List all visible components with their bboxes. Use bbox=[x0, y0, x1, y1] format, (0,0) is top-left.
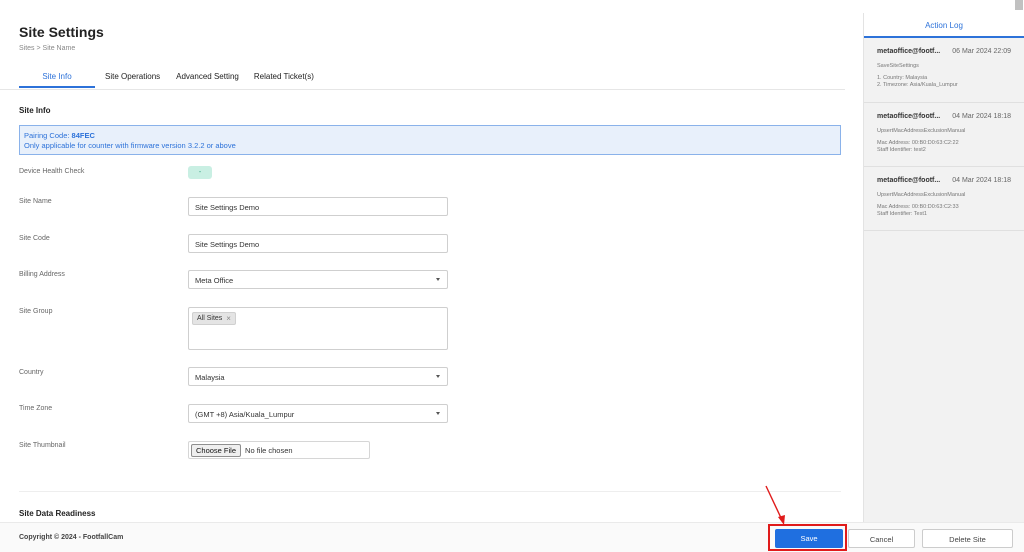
log-user: metaoffice@footf... bbox=[877, 48, 941, 55]
cancel-button[interactable]: Cancel bbox=[848, 529, 915, 548]
save-button-highlight-box bbox=[768, 524, 847, 551]
site-group-chip: All Sites × bbox=[192, 312, 236, 325]
action-log-entry: metaoffice@footf... 06 Mar 2024 22:09 Sa… bbox=[864, 38, 1024, 103]
pairing-code-value: 84FEC bbox=[71, 131, 95, 140]
site-name-input[interactable]: Site Settings Demo bbox=[188, 197, 448, 216]
action-log-title[interactable]: Action Log bbox=[864, 13, 1024, 38]
pairing-code-note: Only applicable for counter with firmwar… bbox=[24, 141, 236, 150]
site-code-label: Site Code bbox=[19, 235, 50, 242]
pairing-code-banner: Pairing Code: 84FEC Only applicable for … bbox=[19, 125, 841, 155]
site-group-chip-label: All Sites bbox=[197, 315, 223, 322]
tab-divider bbox=[0, 89, 845, 90]
remove-chip-icon[interactable]: × bbox=[226, 313, 231, 324]
country-label: Country bbox=[19, 369, 44, 376]
site-group-multiselect[interactable]: All Sites × bbox=[188, 307, 448, 350]
billing-address-value: Meta Office bbox=[195, 276, 234, 285]
pairing-code-label: Pairing Code: bbox=[24, 131, 70, 140]
file-status: No file chosen bbox=[245, 445, 293, 455]
chevron-down-icon bbox=[436, 278, 440, 281]
action-log-entry: metaoffice@footf... 04 Mar 2024 18:18 Up… bbox=[864, 103, 1024, 167]
log-action: SaveSiteSettings bbox=[877, 63, 919, 69]
log-action: UpsertMacAddressExclusionManual bbox=[877, 128, 966, 134]
action-log-panel: Action Log metaoffice@footf... 06 Mar 20… bbox=[863, 13, 1024, 522]
main-panel: Site Settings Sites > Site Name Site Inf… bbox=[0, 0, 862, 552]
log-user: metaoffice@footf... bbox=[877, 177, 941, 184]
page-title: Site Settings bbox=[19, 24, 104, 40]
device-health-badge: - bbox=[188, 166, 212, 179]
log-action: UpsertMacAddressExclusionManual bbox=[877, 192, 966, 198]
time-zone-select[interactable]: (GMT +8) Asia/Kuala_Lumpur bbox=[188, 404, 448, 423]
tab-related-tickets[interactable]: Related Ticket(s) bbox=[254, 68, 314, 88]
log-detail-line: 2. Timezone: Asia/Kuala_Lumpur bbox=[877, 82, 958, 88]
delete-site-button[interactable]: Delete Site bbox=[922, 529, 1013, 548]
breadcrumb[interactable]: Sites > Site Name bbox=[19, 45, 75, 52]
chevron-down-icon bbox=[436, 412, 440, 415]
tab-advanced-setting[interactable]: Advanced Setting bbox=[176, 68, 239, 88]
log-detail-line: Mac Address: 00:B0:D0:63:C2:33 bbox=[877, 204, 959, 210]
site-name-label: Site Name bbox=[19, 198, 52, 205]
annotation-arrow-icon bbox=[765, 485, 785, 525]
country-value: Malaysia bbox=[195, 373, 225, 382]
log-user: metaoffice@footf... bbox=[877, 113, 941, 120]
action-log-entry: metaoffice@footf... 04 Mar 2024 18:18 Up… bbox=[864, 167, 1024, 231]
scrollbar-thumb[interactable] bbox=[1015, 0, 1023, 10]
section-title-data-readiness: Site Data Readiness bbox=[19, 509, 96, 518]
site-group-label: Site Group bbox=[19, 308, 53, 315]
log-detail-line: Staff Identifier: test2 bbox=[877, 147, 926, 153]
pairing-code-line: Pairing Code: 84FEC bbox=[24, 131, 836, 141]
log-detail-line: Staff Identifier: Test1 bbox=[877, 211, 927, 217]
time-zone-label: Time Zone bbox=[19, 405, 53, 412]
site-code-input[interactable]: Site Settings Demo bbox=[188, 234, 448, 253]
tab-site-info[interactable]: Site Info bbox=[19, 68, 95, 88]
device-health-label: Device Health Check bbox=[19, 168, 85, 175]
section-title-site-info: Site Info bbox=[19, 106, 51, 115]
log-detail-line: 1. Country: Malaysia bbox=[877, 75, 928, 81]
log-detail-line: Mac Address: 00:B0:D0:63:C2:22 bbox=[877, 140, 959, 146]
log-date: 04 Mar 2024 18:18 bbox=[952, 113, 1011, 120]
log-date: 04 Mar 2024 18:18 bbox=[952, 177, 1011, 184]
log-date: 06 Mar 2024 22:09 bbox=[952, 48, 1011, 55]
tab-bar: Site Info Site Operations Advanced Setti… bbox=[19, 68, 314, 88]
choose-file-button[interactable]: Choose File bbox=[191, 443, 242, 457]
billing-address-label: Billing Address bbox=[19, 271, 65, 278]
site-thumbnail-label: Site Thumbnail bbox=[19, 442, 66, 449]
billing-address-select[interactable]: Meta Office bbox=[188, 270, 448, 289]
footer-bar: Copyright © 2024 - FootfallCam Save Canc… bbox=[0, 522, 1024, 552]
country-select[interactable]: Malaysia bbox=[188, 367, 448, 386]
site-thumbnail-file-input[interactable]: Choose File No file chosen bbox=[188, 441, 370, 459]
copyright-text: Copyright © 2024 - FootfallCam bbox=[19, 534, 124, 541]
tab-site-operations[interactable]: Site Operations bbox=[105, 68, 160, 88]
time-zone-value: (GMT +8) Asia/Kuala_Lumpur bbox=[195, 410, 295, 419]
section-divider bbox=[19, 491, 841, 492]
chevron-down-icon bbox=[436, 375, 440, 378]
